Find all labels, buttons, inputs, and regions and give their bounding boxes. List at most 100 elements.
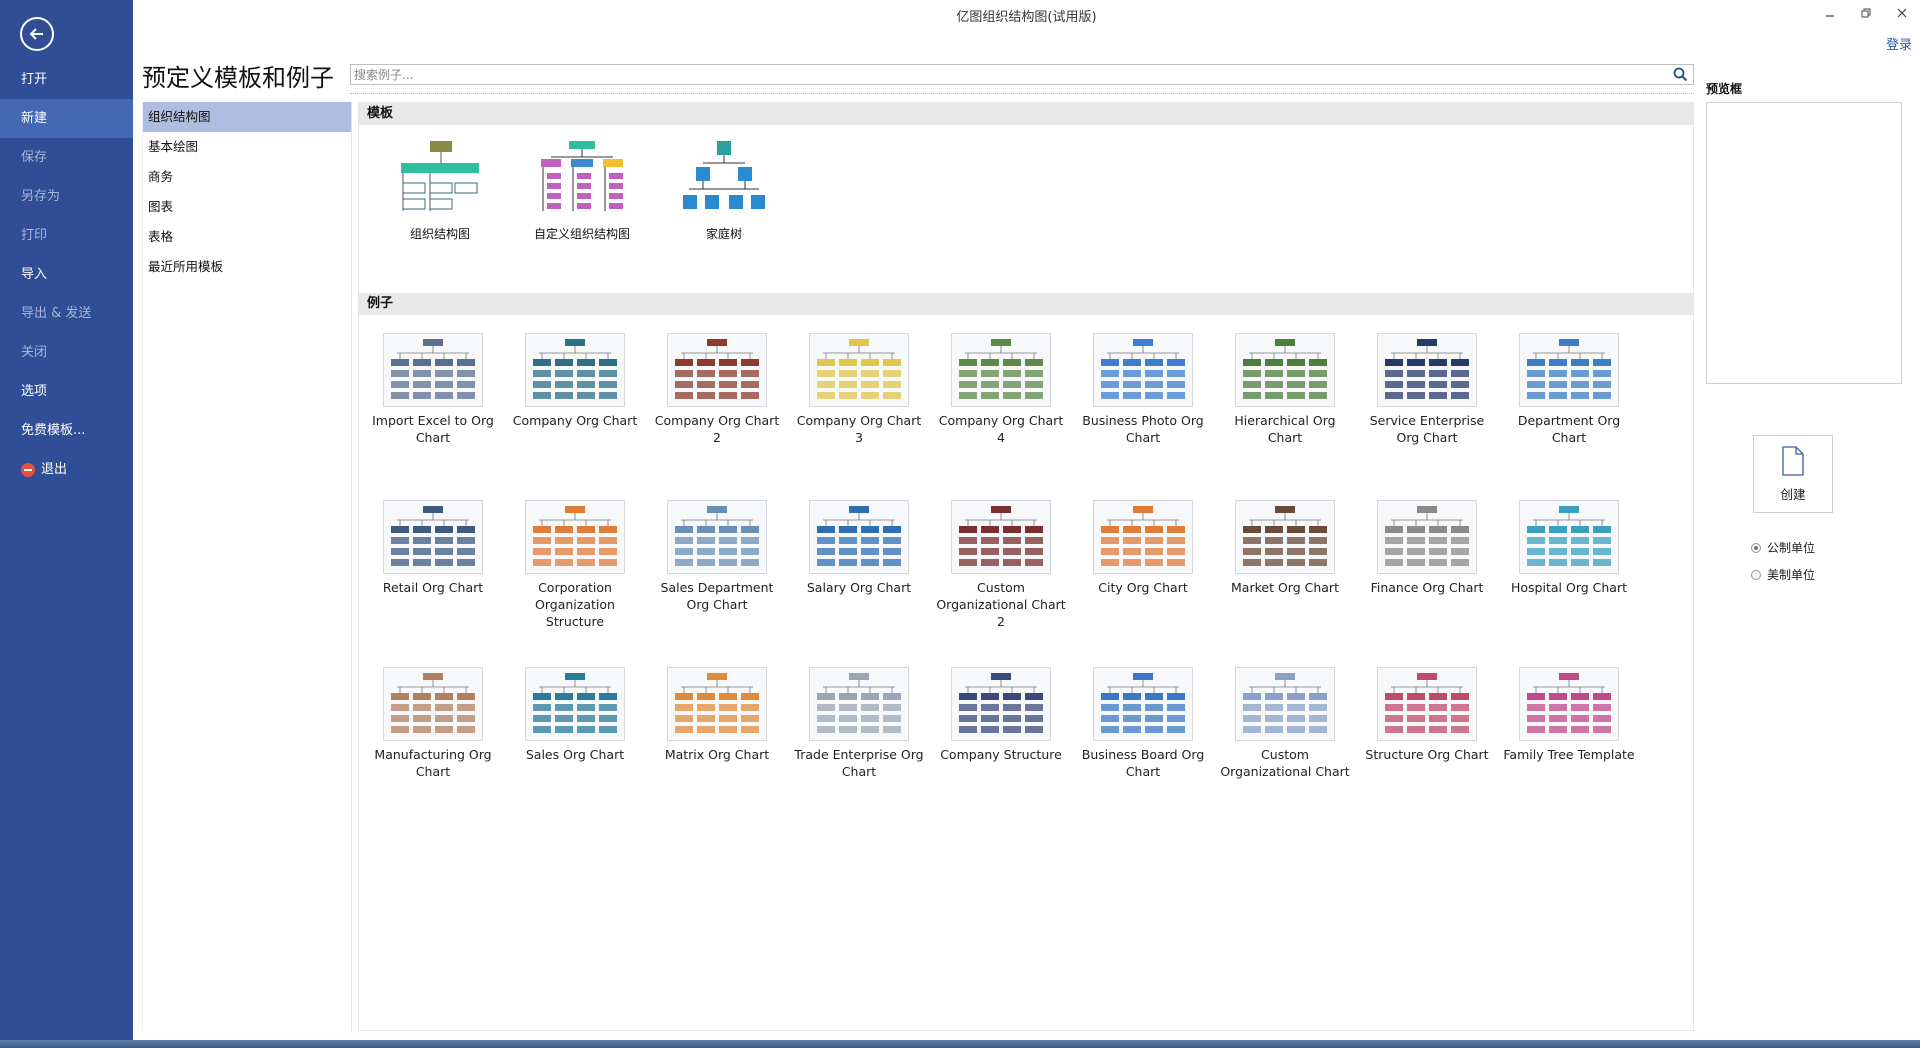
- example-thumbnail-frame: [1235, 667, 1335, 741]
- example-item[interactable]: Department Org Chart: [1498, 315, 1640, 482]
- example-thumbnail-frame: [1519, 667, 1619, 741]
- example-item[interactable]: Service Enterprise Org Chart: [1356, 315, 1498, 482]
- preview-label: 预览框: [1706, 82, 1743, 96]
- templates-row: 组织结构图 自定义组织结构图 家庭树: [359, 125, 1693, 293]
- nav-item-7[interactable]: 关闭: [0, 333, 133, 372]
- example-item[interactable]: Business Photo Org Chart: [1072, 315, 1214, 482]
- example-label: Service Enterprise Org Chart: [1369, 413, 1485, 445]
- nav-item-4[interactable]: 打印: [0, 216, 133, 255]
- nav-item-label: 选项: [21, 384, 48, 399]
- example-thumbnail: [1519, 500, 1619, 574]
- category-item[interactable]: 表格: [143, 222, 351, 252]
- unit-option[interactable]: 美制单位: [1751, 561, 1815, 588]
- minimize-button[interactable]: [1812, 0, 1848, 26]
- example-thumbnail-frame: [1235, 333, 1335, 407]
- example-item[interactable]: Company Org Chart 2: [646, 315, 788, 482]
- nav-item-8[interactable]: 选项: [0, 372, 133, 411]
- nav-item-label: 免费模板...: [21, 423, 86, 438]
- example-label: Hierarchical Org Chart: [1234, 413, 1336, 445]
- example-label: Custom Organizational Chart: [1220, 747, 1350, 779]
- back-button[interactable]: [20, 17, 54, 51]
- example-thumbnail-frame: [1093, 500, 1193, 574]
- example-item[interactable]: Business Board Org Chart: [1072, 649, 1214, 816]
- example-item[interactable]: Custom Organizational Chart: [1214, 649, 1356, 816]
- example-item[interactable]: Hospital Org Chart: [1498, 482, 1640, 649]
- nav-item-9[interactable]: 免费模板...: [0, 411, 133, 450]
- nav-item-2[interactable]: 保存: [0, 138, 133, 177]
- examples-grid: Import Excel to Org Chart Company Org Cha…: [359, 315, 1693, 816]
- radio-button[interactable]: [1751, 569, 1761, 580]
- create-button[interactable]: 创建: [1753, 435, 1833, 513]
- template-item[interactable]: 自定义组织结构图: [511, 125, 653, 293]
- template-label: 家庭树: [705, 227, 742, 241]
- example-item[interactable]: Structure Org Chart: [1356, 649, 1498, 816]
- search-icon[interactable]: [1673, 67, 1688, 82]
- example-thumbnail-frame: [1093, 667, 1193, 741]
- nav-item-0[interactable]: 打开: [0, 60, 133, 99]
- search-box[interactable]: [350, 64, 1694, 85]
- template-item[interactable]: 组织结构图: [369, 125, 511, 293]
- example-thumbnail: [1377, 667, 1477, 741]
- example-item[interactable]: Import Excel to Org Chart: [362, 315, 504, 482]
- example-thumbnail-frame: [809, 500, 909, 574]
- examples-heading: 例子: [359, 293, 1693, 315]
- example-label: Department Org Chart: [1517, 413, 1621, 445]
- nav-item-1[interactable]: 新建: [0, 99, 133, 138]
- category-item[interactable]: 组织结构图: [143, 102, 351, 132]
- new-document-icon: [1782, 446, 1804, 476]
- example-item[interactable]: Family Tree Template: [1498, 649, 1640, 816]
- example-label: Finance Org Chart: [1370, 580, 1484, 595]
- example-thumbnail-frame: [525, 667, 625, 741]
- example-item[interactable]: Corporation Organization Structure: [504, 482, 646, 649]
- backstage-nav: 打开 新建 保存 另存为 打印 导入导出 & 发送关闭选项免费模板... 退出: [0, 60, 133, 489]
- example-label: Company Structure: [940, 747, 1062, 762]
- template-item[interactable]: 家庭树: [653, 125, 795, 293]
- nav-item-6[interactable]: 导出 & 发送: [0, 294, 133, 333]
- nav-item-label: 导出 & 发送: [21, 306, 92, 321]
- example-item[interactable]: Trade Enterprise Org Chart: [788, 649, 930, 816]
- category-item[interactable]: 基本绘图: [143, 132, 351, 162]
- example-item[interactable]: Matrix Org Chart: [646, 649, 788, 816]
- restore-button[interactable]: [1848, 0, 1884, 26]
- nav-item-10[interactable]: 退出: [0, 450, 133, 489]
- example-thumbnail: [383, 500, 483, 574]
- example-label: Trade Enterprise Org Chart: [794, 747, 924, 779]
- example-item[interactable]: Market Org Chart: [1214, 482, 1356, 649]
- example-item[interactable]: Company Org Chart: [504, 315, 646, 482]
- example-item[interactable]: Company Org Chart 3: [788, 315, 930, 482]
- unit-label: 公制单位: [1767, 541, 1816, 555]
- example-thumbnail: [951, 333, 1051, 407]
- example-thumbnail: [667, 333, 767, 407]
- example-item[interactable]: Retail Org Chart: [362, 482, 504, 649]
- example-item[interactable]: City Org Chart: [1072, 482, 1214, 649]
- example-item[interactable]: Company Structure: [930, 649, 1072, 816]
- example-thumbnail-frame: [951, 667, 1051, 741]
- nav-item-5[interactable]: 导入: [0, 255, 133, 294]
- example-label: Import Excel to Org Chart: [372, 413, 494, 445]
- category-item[interactable]: 图表: [143, 192, 351, 222]
- example-label: Manufacturing Org Chart: [374, 747, 492, 779]
- example-thumbnail: [1235, 500, 1335, 574]
- search-input[interactable]: [351, 65, 1667, 84]
- login-link[interactable]: 登录: [1886, 34, 1912, 53]
- category-item[interactable]: 商务: [143, 162, 351, 192]
- example-item[interactable]: Sales Department Org Chart: [646, 482, 788, 649]
- example-item[interactable]: Company Org Chart 4: [930, 315, 1072, 482]
- close-button[interactable]: [1884, 0, 1920, 26]
- template-gallery: 模板 组织结构图 自定义组织结构图 家庭树 例子 Import Excel to O…: [358, 102, 1694, 1031]
- radio-button[interactable]: [1751, 542, 1761, 553]
- example-thumbnail: [809, 333, 909, 407]
- title-bar: 亿图组织结构图(试用版): [133, 0, 1920, 28]
- example-label: Sales Org Chart: [525, 747, 625, 762]
- nav-item-3[interactable]: 另存为: [0, 177, 133, 216]
- example-item[interactable]: Salary Org Chart: [788, 482, 930, 649]
- example-item[interactable]: Manufacturing Org Chart: [362, 649, 504, 816]
- example-item[interactable]: Hierarchical Org Chart: [1214, 315, 1356, 482]
- example-item[interactable]: Custom Organizational Chart 2: [930, 482, 1072, 649]
- template-label: 自定义组织结构图: [533, 227, 630, 241]
- category-item[interactable]: 最近所用模板: [143, 252, 351, 282]
- unit-option[interactable]: 公制单位: [1751, 534, 1815, 561]
- example-item[interactable]: Finance Org Chart: [1356, 482, 1498, 649]
- example-item[interactable]: Sales Org Chart: [504, 649, 646, 816]
- example-thumbnail: [951, 500, 1051, 574]
